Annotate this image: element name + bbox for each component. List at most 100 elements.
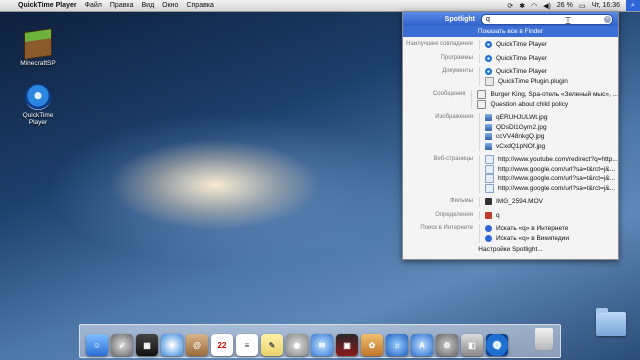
mail-icon — [477, 99, 487, 109]
desktop-icon-minecraft[interactable]: MinecraftSP — [14, 28, 62, 67]
result-item[interactable]: qERUHJULWt.jpg — [485, 113, 618, 123]
safari-icon[interactable]: ✦ — [161, 334, 183, 356]
mail-icon — [477, 90, 487, 100]
quicktime-icon[interactable]: Q — [486, 334, 508, 356]
dictionary-icon — [485, 211, 492, 219]
menu-help[interactable]: Справка — [186, 2, 213, 9]
result-item[interactable]: vCxdQ1pNOf.jpg — [485, 142, 618, 152]
battery-status[interactable]: 26 % — [557, 2, 573, 9]
mission-control-icon[interactable]: ▦ — [136, 334, 158, 356]
result-label: http://www.google.com/url?sa=t&rct=j&... — [498, 165, 616, 173]
wifi-icon[interactable]: ◠ — [531, 2, 537, 10]
menu-app-name[interactable]: QuickTime Player — [18, 2, 77, 9]
menu-view[interactable]: Вид — [142, 2, 155, 9]
spotlight-preferences[interactable]: Настройки Spotlight... — [403, 245, 618, 255]
result-item[interactable]: Burger King, Spa-отель «Зеленый мыс», ..… — [477, 90, 618, 100]
preview-icon[interactable]: ◧ — [461, 334, 483, 356]
result-label: QuickTime Player — [496, 41, 548, 49]
menu-file[interactable]: Файл — [85, 2, 102, 9]
result-item[interactable]: IMG_2594.MOV — [485, 197, 618, 207]
spotlight-header: Spotlight q × — [403, 12, 618, 26]
result-item[interactable]: QuickTime Player — [485, 67, 618, 77]
menu-edit[interactable]: Правка — [110, 2, 134, 9]
category-label: Сообщения — [403, 90, 473, 109]
result-item[interactable]: http://www.google.com/url?sa=t&rct=j&... — [485, 174, 618, 184]
system-preferences-icon[interactable]: ⚙ — [436, 334, 458, 356]
sync-icon[interactable]: ⟳ — [507, 2, 513, 10]
result-label: Question about child policy — [490, 100, 569, 108]
category-label: Наилучшее совпадение — [403, 40, 480, 50]
calendar-icon[interactable]: 22 — [211, 334, 233, 356]
result-item[interactable]: http://www.google.com/url?sa=t&rct=j&... — [485, 183, 618, 194]
image-icon — [485, 123, 492, 131]
dock-icons: ☺ ➶ ▦ ✦ @ 22 ≡ ✎ ◉ ✉ ▣ ✿ ♫ A ⚙ ◧ Q — [86, 328, 511, 356]
category-label: Изображения — [403, 113, 480, 151]
spotlight-icon[interactable]: ⌕ — [626, 0, 640, 11]
clear-icon[interactable]: × — [604, 15, 611, 23]
spotlight-query[interactable]: q — [482, 16, 490, 23]
photo-booth-icon[interactable]: ▣ — [336, 334, 358, 356]
result-item[interactable]: QuickTime Player — [485, 40, 618, 50]
facetime-icon[interactable]: ◉ — [286, 334, 308, 356]
bluetooth-icon[interactable]: ✱ — [519, 2, 525, 10]
image-icon — [485, 114, 492, 122]
result-label: vCxdQ1pNOf.jpg — [496, 142, 546, 150]
result-label: QuickTime Plugin.plugin — [498, 77, 568, 85]
web-icon — [485, 174, 494, 184]
iphoto-icon[interactable]: ✿ — [361, 334, 383, 356]
category-definitions: Определения q — [403, 210, 618, 221]
category-web-search: Поиск в Интернете Искать «q» в Интернете… — [403, 224, 618, 243]
reminders-icon[interactable]: ≡ — [236, 334, 258, 356]
result-label: QDsDl1Gym2.jpg — [496, 123, 547, 131]
trash-icon[interactable] — [535, 328, 553, 350]
app-store-icon[interactable]: A — [411, 334, 433, 356]
result-item[interactable]: QuickTime Player — [485, 54, 618, 64]
show-all-in-finder[interactable]: Показать все в Finder — [403, 26, 618, 37]
web-search-icon — [485, 234, 492, 242]
result-label: http://www.youtube.com/redirect?q=http..… — [498, 156, 618, 164]
menu-window[interactable]: Окно — [162, 2, 178, 9]
quicktime-icon — [485, 68, 492, 76]
spotlight-search-input[interactable]: q × — [481, 13, 613, 25]
spotlight-panel: Spotlight q × Показать все в Finder Наил… — [402, 11, 619, 260]
messages-icon[interactable]: ✉ — [311, 334, 333, 356]
clock[interactable]: Чт, 16:36 — [591, 2, 620, 9]
folder-icon[interactable] — [596, 308, 626, 336]
category-label: Программы — [403, 53, 480, 63]
result-item[interactable]: Искать «q» в Интернете — [485, 224, 618, 234]
result-label: qERUHJULWt.jpg — [496, 114, 548, 122]
movie-icon — [485, 198, 492, 206]
volume-icon[interactable]: ◀) — [543, 2, 551, 10]
document-icon — [485, 76, 494, 86]
web-icon — [485, 155, 494, 165]
image-icon — [485, 142, 492, 150]
finder-icon[interactable]: ☺ — [86, 334, 108, 356]
category-label: Поиск в Интернете — [403, 224, 480, 243]
flag-icon[interactable]: ▭ — [579, 2, 586, 10]
contacts-icon[interactable]: @ — [186, 334, 208, 356]
desktop-icon-quicktime[interactable]: QuickTime Player — [14, 84, 62, 126]
result-item[interactable]: ccVV48nkgQ.jpg — [485, 132, 618, 142]
result-item[interactable]: QuickTime Plugin.plugin — [485, 76, 618, 87]
category-images: Изображения qERUHJULWt.jpg QDsDl1Gym2.jp… — [403, 113, 618, 151]
notes-icon[interactable]: ✎ — [261, 334, 283, 356]
spotlight-title: Spotlight — [444, 15, 475, 23]
quicktime-icon — [25, 84, 51, 110]
web-icon — [485, 164, 494, 174]
minecraft-icon — [24, 28, 52, 60]
category-movies: Фильмы IMG_2594.MOV — [403, 197, 618, 207]
result-item[interactable]: Question about child policy — [477, 99, 618, 110]
result-item[interactable]: Искать «q» в Википедии — [485, 234, 618, 244]
result-item[interactable]: q — [485, 211, 618, 221]
result-item[interactable]: http://www.google.com/url?sa=t&rct=j&... — [485, 164, 618, 175]
launchpad-icon[interactable]: ➶ — [111, 334, 133, 356]
result-label: Искать «q» в Википедии — [496, 234, 569, 242]
result-label: http://www.google.com/url?sa=t&rct=j&... — [498, 175, 616, 183]
result-item[interactable]: http://www.youtube.com/redirect?q=http..… — [485, 155, 618, 165]
result-label: q — [496, 211, 500, 219]
itunes-icon[interactable]: ♫ — [386, 334, 408, 356]
category-label: Документы — [403, 67, 480, 86]
result-item[interactable]: QDsDl1Gym2.jpg — [485, 123, 618, 133]
desktop-icon-label: MinecraftSP — [20, 60, 56, 67]
result-label: ccVV48nkgQ.jpg — [496, 133, 545, 141]
